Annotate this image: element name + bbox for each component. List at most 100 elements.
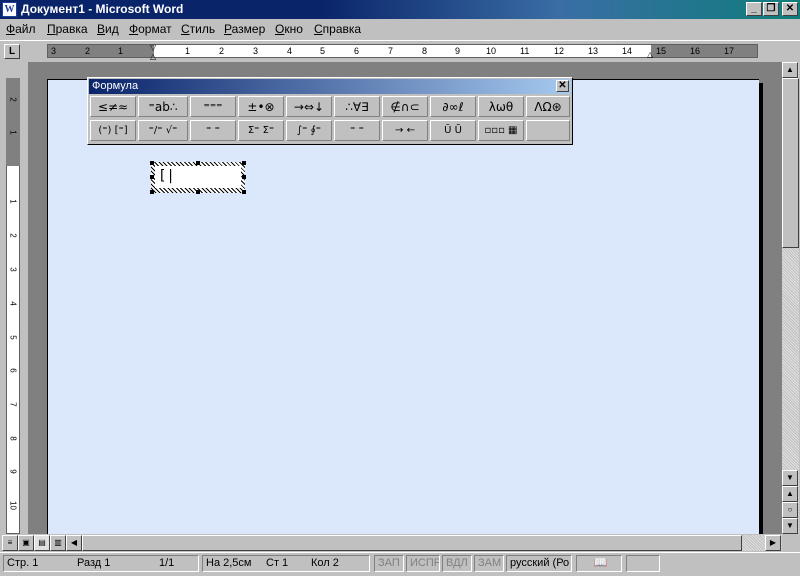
right-indent-marker[interactable]: △ — [647, 50, 656, 59]
horizontal-scroll-thumb[interactable] — [82, 535, 742, 551]
resize-handle[interactable] — [242, 161, 246, 165]
integral-palette-button[interactable]: ∫⁼ ∮⁼ — [286, 120, 332, 141]
products-set-palette-button[interactable]: Ū Ũ — [430, 120, 476, 141]
status-empty-cell — [626, 555, 660, 572]
menu-help[interactable]: Справка — [311, 21, 364, 37]
menu-view[interactable]: Вид — [94, 21, 122, 37]
ruler-number: 1 — [8, 199, 18, 204]
menu-edit[interactable]: Правка — [44, 21, 91, 37]
web-layout-view-button[interactable]: ▣ — [18, 535, 34, 551]
greek-lowercase-palette-button[interactable]: λωθ — [478, 96, 524, 117]
ruler-number: 16 — [690, 46, 701, 56]
status-overtype[interactable]: ЗАМ — [474, 555, 504, 572]
underbar-overbar-palette-button[interactable]: ⁼ ⁼ — [334, 120, 380, 141]
resize-handle[interactable] — [242, 190, 246, 194]
resize-handle[interactable] — [196, 190, 200, 194]
ruler-number: 5 — [320, 46, 326, 56]
status-line: Ст 1 — [266, 557, 289, 569]
previous-page-button[interactable]: ▲ — [782, 486, 798, 502]
resize-handle[interactable] — [196, 161, 200, 165]
resize-handle[interactable] — [150, 190, 154, 194]
status-column: Кол 2 — [311, 557, 339, 569]
ruler-number: 2 — [85, 46, 91, 56]
status-page-section: Стр. 1 Разд 1 1/1 — [3, 555, 199, 572]
minimize-button[interactable]: _ — [746, 2, 762, 16]
page-shadow — [759, 83, 763, 534]
page-layout-view-button[interactable]: ▤ — [34, 535, 50, 551]
next-page-button[interactable]: ▼ — [782, 518, 798, 534]
spaces-ellipses-palette-button[interactable]: ⁼ab∴ — [138, 96, 188, 117]
ruler-number: 5 — [8, 335, 18, 340]
vertical-scroll-thumb[interactable] — [782, 78, 799, 248]
menu-format[interactable]: Формат — [126, 21, 175, 37]
vertical-ruler-margin — [6, 78, 20, 166]
document-page[interactable] — [47, 79, 759, 534]
set-theory-palette-button[interactable]: ∉∩⊂ — [382, 96, 428, 117]
spelling-status-icon[interactable]: 📖 — [576, 555, 622, 572]
fences-palette-button[interactable]: (⁼) [⁼] — [90, 120, 136, 141]
empty-palette-slot — [526, 120, 570, 141]
embellishments-palette-button[interactable]: ⁼⁼⁼ — [190, 96, 236, 117]
summation-palette-button[interactable]: Σ⁼ Σ⁼ — [238, 120, 284, 141]
fraction-radical-palette-button[interactable]: ⁼/⁼ √⁼ — [138, 120, 188, 141]
labeled-arrows-palette-button[interactable]: → ← — [382, 120, 428, 141]
operators-palette-button[interactable]: ±•⊗ — [238, 96, 284, 117]
ruler-number: 3 — [51, 46, 57, 56]
formula-toolbar-close-button[interactable]: ✕ — [556, 80, 569, 92]
status-track-changes[interactable]: ИСПР — [406, 555, 440, 572]
menu-style[interactable]: Стиль — [178, 21, 218, 37]
ruler-number: 10 — [486, 46, 497, 56]
relations-palette-button[interactable]: ≤≠≈ — [90, 96, 136, 117]
scroll-left-button[interactable]: ◀ — [66, 535, 82, 551]
formula-toolbar-title[interactable]: Формула — [89, 79, 571, 94]
menu-size[interactable]: Размер — [221, 21, 268, 37]
ruler-number: 15 — [656, 46, 667, 56]
menu-bar: Файл Правка Вид Формат Стиль Размер Окно… — [0, 19, 800, 39]
outline-view-button[interactable]: ▥ — [50, 535, 66, 551]
ruler-number: 4 — [8, 301, 18, 306]
scroll-down-button[interactable]: ▼ — [782, 470, 798, 486]
ruler-number: 13 — [588, 46, 599, 56]
window-title: Документ1 - Microsoft Word — [21, 2, 184, 16]
subscript-superscript-palette-button[interactable]: ⁼ ⁼ — [190, 120, 236, 141]
ruler-number: 17 — [724, 46, 735, 56]
status-position: На 2,5см Ст 1 Кол 2 — [202, 555, 370, 572]
scroll-up-button[interactable]: ▲ — [782, 62, 798, 78]
ruler-number: 6 — [354, 46, 360, 56]
logic-palette-button[interactable]: ∴∀∃ — [334, 96, 380, 117]
ruler-number: 9 — [8, 469, 18, 474]
ruler-number: 2 — [8, 233, 18, 238]
menu-file[interactable]: Файл — [3, 21, 39, 37]
title-bar[interactable]: W Документ1 - Microsoft Word _ ❐ ✕ — [0, 0, 800, 19]
ruler-number: 1 — [118, 46, 124, 56]
matrix-palette-button[interactable]: ▫▫▫ ▦ — [478, 120, 524, 141]
first-line-indent-marker[interactable]: ▽ — [150, 43, 159, 52]
resize-handle[interactable] — [150, 175, 154, 179]
left-indent-marker[interactable]: △ — [150, 52, 159, 61]
ruler-number: 2 — [219, 46, 225, 56]
ruler-number: 9 — [455, 46, 461, 56]
restore-button[interactable]: ❐ — [763, 2, 779, 16]
resize-handle[interactable] — [150, 161, 154, 165]
ruler-number: 6 — [8, 368, 18, 373]
ruler-number: 14 — [622, 46, 633, 56]
menu-window[interactable]: Окно — [272, 21, 306, 37]
status-language[interactable]: русский (Ро — [506, 555, 572, 572]
scroll-right-button[interactable]: ▶ — [765, 535, 781, 551]
status-extend-selection[interactable]: ВДЛ — [442, 555, 472, 572]
ruler-number: 7 — [388, 46, 394, 56]
greek-uppercase-palette-button[interactable]: ΛΩ⊛ — [526, 96, 570, 117]
resize-handle[interactable] — [242, 175, 246, 179]
status-at: На 2,5см — [206, 557, 252, 569]
ruler-number: 8 — [422, 46, 428, 56]
ruler-number: 7 — [8, 402, 18, 407]
misc-symbols-palette-button[interactable]: ∂∞ℓ — [430, 96, 476, 117]
word-app-icon[interactable]: W — [2, 2, 17, 17]
status-record-macro[interactable]: ЗАП — [374, 555, 404, 572]
select-browse-object-button[interactable]: ○ — [782, 502, 798, 518]
tab-selector-button[interactable]: L — [4, 44, 20, 59]
close-button[interactable]: ✕ — [782, 2, 798, 16]
normal-view-button[interactable]: ≡ — [2, 535, 18, 551]
arrows-palette-button[interactable]: →⇔↓ — [286, 96, 332, 117]
ruler-number: 10 — [8, 501, 18, 510]
